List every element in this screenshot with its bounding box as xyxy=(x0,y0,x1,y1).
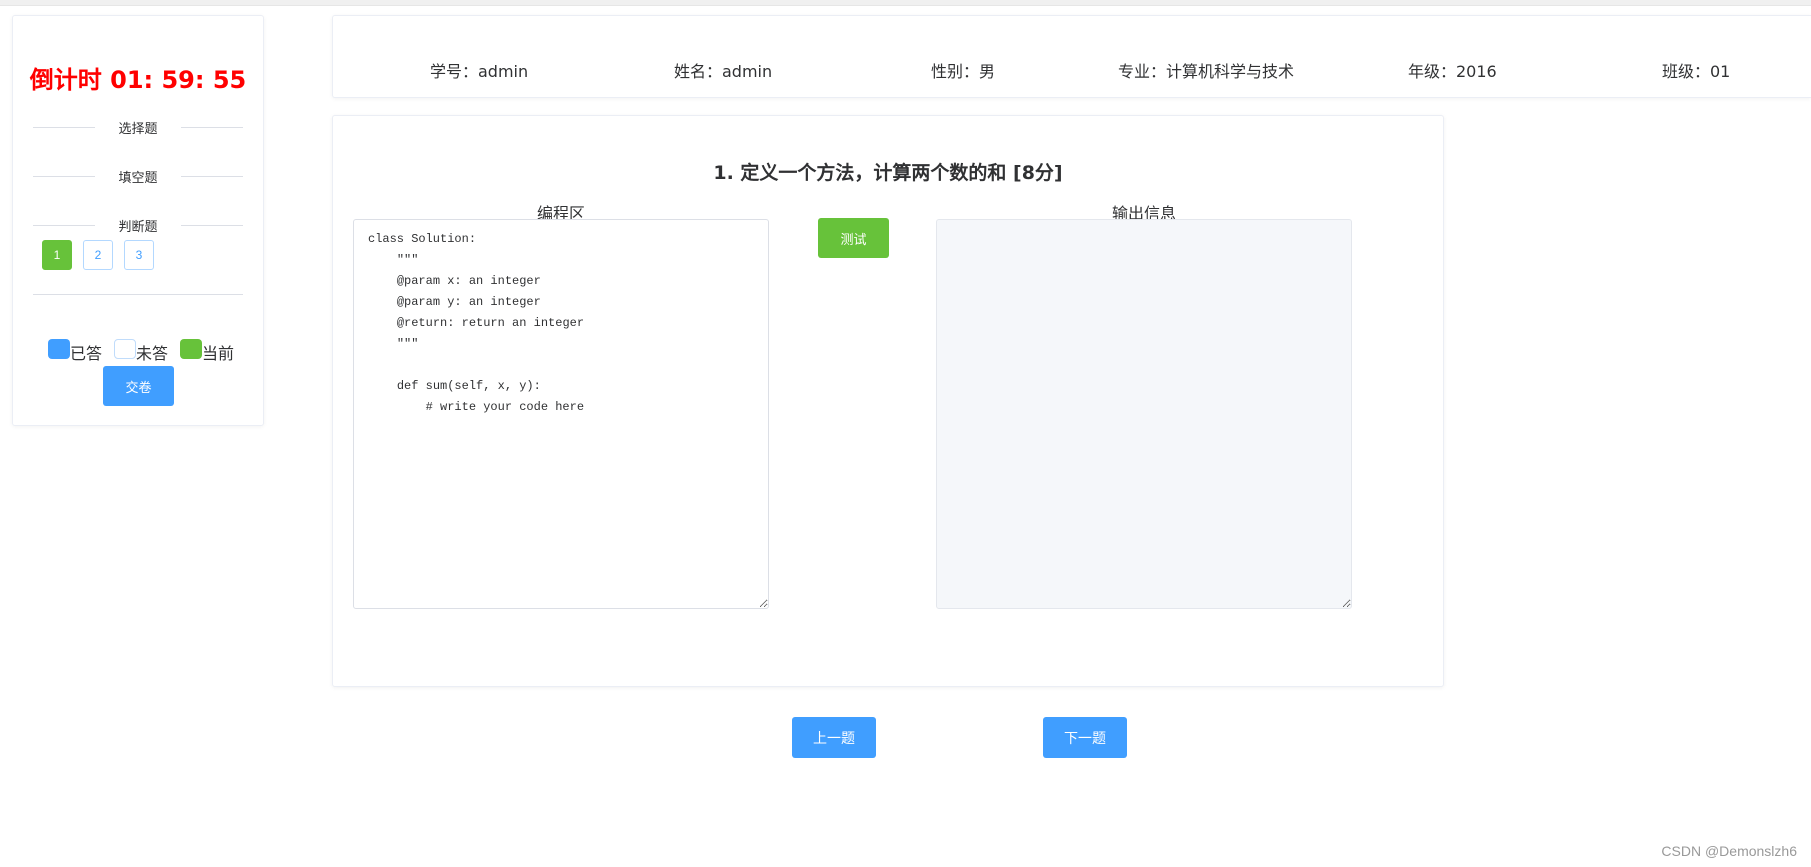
unanswered-swatch xyxy=(114,339,137,359)
section-divider-fill: 填空题 xyxy=(33,166,243,186)
student-class: 班级：01 xyxy=(1662,62,1731,81)
current-swatch xyxy=(180,339,203,359)
submit-exam-button[interactable]: 交卷 xyxy=(103,366,174,406)
question-number-button-3[interactable]: 3 xyxy=(124,240,154,270)
countdown-timer: 倒计时 01: 59: 55 xyxy=(29,66,247,94)
code-editor[interactable]: class Solution: """ @param x: an integer… xyxy=(353,219,769,609)
test-button[interactable]: 测试 xyxy=(818,218,889,258)
divider-line xyxy=(33,294,243,295)
legend-answered: 已答 xyxy=(48,339,102,364)
student-gender: 性别：男 xyxy=(931,62,996,81)
question-card: 1. 定义一个方法，计算两个数的和 [8分] 编程区 class Solutio… xyxy=(332,115,1444,687)
legend-current: 当前 xyxy=(180,339,234,364)
student-name: 姓名：admin xyxy=(674,62,773,81)
question-title: 1. 定义一个方法，计算两个数的和 [8分] xyxy=(713,162,1063,184)
output-textarea[interactable] xyxy=(936,219,1352,609)
next-question-button[interactable]: 下一题 xyxy=(1043,717,1127,758)
question-navigator-panel: 倒计时 01: 59: 55 选择题 填空题 判断题 1 2 3 已答 未答 当… xyxy=(12,15,264,426)
status-legend: 已答 未答 当前 xyxy=(48,339,234,364)
watermark: CSDN @Demonslzh6 xyxy=(1661,843,1797,859)
section-divider-choice: 选择题 xyxy=(33,117,243,137)
legend-unanswered: 未答 xyxy=(114,339,168,364)
student-id: 学号：admin xyxy=(430,62,529,81)
question-number-button-1[interactable]: 1 xyxy=(42,240,72,270)
answered-swatch xyxy=(48,339,70,359)
question-number-list: 1 2 3 xyxy=(42,240,154,270)
student-grade: 年级：2016 xyxy=(1408,62,1497,81)
student-info-bar: 学号：admin 姓名：admin 性别：男 专业：计算机科学与技术 年级：20… xyxy=(332,15,1811,98)
section-divider-judge: 判断题 xyxy=(33,215,243,235)
top-edge xyxy=(0,0,1811,6)
question-number-button-2[interactable]: 2 xyxy=(83,240,113,270)
student-major: 专业：计算机科学与技术 xyxy=(1118,62,1295,81)
prev-question-button[interactable]: 上一题 xyxy=(792,717,876,758)
